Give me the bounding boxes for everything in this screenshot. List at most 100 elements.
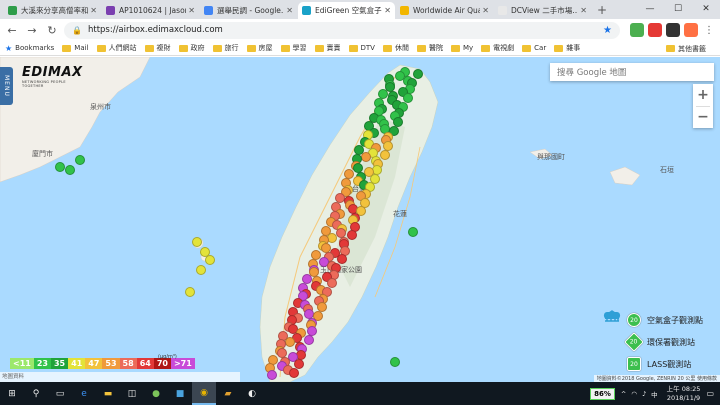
volume-icon[interactable]: ♪ — [642, 390, 646, 398]
bookmark-item[interactable]: 電視劇 — [481, 43, 514, 53]
bookmark-item[interactable]: 學習 — [280, 43, 307, 53]
bookmark-item[interactable]: 旅行 — [212, 43, 239, 53]
aqi-level: 64 — [136, 358, 154, 369]
back-icon[interactable]: ← — [4, 22, 20, 38]
station-marker[interactable] — [185, 287, 195, 297]
bookmark-star-icon[interactable]: ★ — [603, 25, 612, 36]
close-tab-icon[interactable]: ✕ — [580, 6, 587, 15]
aqi-unit: (µg/m³) — [158, 354, 177, 360]
app-icon[interactable]: ● — [144, 382, 168, 405]
store-icon[interactable]: ◫ — [120, 382, 144, 405]
maximize-icon[interactable]: ☐ — [664, 0, 692, 19]
lock-icon: 🔒 — [72, 25, 82, 35]
file-explorer-icon[interactable]: ▬ — [96, 382, 120, 405]
windows-taskbar: ⊞ ⚲ ▭ e ▬ ◫ ● ■ ◉ ▰ ◐ 86% ^ ◠ ♪ 中 上午 08:… — [0, 382, 720, 405]
folder-icon — [348, 44, 358, 52]
windows-start-icon[interactable]: ⊞ — [0, 382, 24, 405]
close-icon[interactable]: ✕ — [692, 0, 720, 19]
map-copyright[interactable]: 地圖資料©2018 Google, ZENRIN 20 公里 使用條款 — [593, 375, 720, 382]
address-bar[interactable]: 🔒 https://airbox.edimaxcloud.com ★ — [64, 21, 620, 39]
bookmark-item[interactable]: 複財 — [144, 43, 171, 53]
search-icon[interactable]: ⚲ — [24, 382, 48, 405]
app-icon[interactable]: ◐ — [240, 382, 264, 405]
close-tab-icon[interactable]: ✕ — [482, 6, 489, 15]
station-badge: 20 — [624, 332, 644, 352]
system-tray: 86% ^ ◠ ♪ 中 上午 08:25 2018/11/9 ▭ — [590, 382, 714, 405]
tab-1[interactable]: AP1010624 | Jason…✕ — [102, 2, 199, 19]
clock[interactable]: 上午 08:25 2018/11/9 — [667, 385, 701, 403]
folder-icon — [522, 44, 532, 52]
profile-icon[interactable]: ⋮ — [702, 23, 716, 37]
chevron-up-icon[interactable]: ^ — [621, 390, 626, 398]
close-tab-icon[interactable]: ✕ — [188, 6, 195, 15]
close-tab-icon[interactable]: ✕ — [90, 6, 97, 15]
bookmark-item[interactable]: My — [450, 44, 473, 52]
building-icon — [603, 310, 623, 349]
ime-icon[interactable]: 中 — [651, 389, 658, 399]
station-legend-row[interactable]: 20 LASS觀測站 — [603, 312, 715, 375]
folder-icon[interactable]: ▰ — [216, 382, 240, 405]
tab-3[interactable]: EdiGreen 空氣盒子 ✕ — [298, 2, 395, 19]
forward-icon[interactable]: → — [24, 22, 40, 38]
bookmark-item[interactable]: 政府 — [178, 43, 205, 53]
bookmark-item[interactable]: 房屋 — [246, 43, 273, 53]
tab-strip: 大溪來分享高僧率和…✕AP1010624 | Jason…✕選舉民調 - Goo… — [0, 0, 720, 19]
extension-icon[interactable] — [648, 23, 662, 37]
wifi-icon[interactable]: ◠ — [631, 390, 637, 398]
reload-icon[interactable]: ↻ — [44, 22, 60, 38]
extension-icon[interactable] — [684, 23, 698, 37]
station-marker[interactable] — [65, 165, 75, 175]
bookmark-item[interactable]: Mail — [62, 44, 89, 52]
zoom-out-button[interactable]: − — [693, 107, 713, 129]
bookmark-item[interactable]: 賣賣 — [314, 43, 341, 53]
extension-icon[interactable] — [630, 23, 644, 37]
close-tab-icon[interactable]: ✕ — [286, 6, 293, 15]
station-legend-row[interactable]: 20 環保署觀測站 — [603, 310, 715, 353]
station-marker[interactable] — [303, 334, 314, 345]
sun-icon — [603, 312, 623, 371]
zoom-in-button[interactable]: + — [693, 84, 713, 106]
bookmark-item[interactable]: 人們網站 — [96, 43, 137, 53]
chrome-icon[interactable]: ◉ — [192, 382, 216, 405]
notification-icon[interactable]: ▭ — [706, 389, 714, 398]
station-marker[interactable] — [408, 227, 418, 237]
tab-4[interactable]: Worldwide Air Qua…✕ — [396, 2, 493, 19]
air-quality-map[interactable]: MENU EDIMAX NETWORKING PEOPLE TOGETHER 搜… — [0, 57, 720, 382]
folder-icon — [554, 44, 564, 52]
station-badge: 20 — [627, 357, 641, 371]
station-marker[interactable] — [288, 367, 299, 378]
menu-tab-button[interactable]: MENU — [0, 67, 13, 105]
map-search-input[interactable]: 搜尋 Google 地圖 — [550, 63, 714, 81]
tab-0[interactable]: 大溪來分享高僧率和…✕ — [4, 2, 101, 19]
station-badge: 20 — [627, 313, 641, 327]
station-marker[interactable] — [267, 369, 278, 380]
close-tab-icon[interactable]: ✕ — [384, 6, 391, 15]
tab-5[interactable]: DCView 二手市場… ✕ — [494, 2, 591, 19]
minimize-icon[interactable]: — — [636, 0, 664, 19]
station-marker[interactable] — [55, 162, 65, 172]
other-bookmarks[interactable]: 其他書籤 — [666, 41, 706, 56]
bookmark-item[interactable]: 醫院 — [416, 43, 443, 53]
bookmark-item[interactable]: 雜事 — [554, 43, 580, 53]
task-view-icon[interactable]: ▭ — [48, 382, 72, 405]
bookmark-item[interactable]: DTV — [348, 44, 375, 52]
bookmark-item[interactable]: Car — [522, 44, 546, 52]
aqi-level: 35 — [50, 358, 69, 369]
edge-icon[interactable]: e — [72, 382, 96, 405]
place-label: 石垣 — [660, 166, 674, 174]
folder-icon — [178, 44, 188, 52]
station-marker[interactable] — [379, 149, 390, 160]
station-marker[interactable] — [75, 155, 85, 165]
bookmark-item[interactable]: 休閒 — [382, 43, 409, 53]
extension-icon[interactable] — [666, 23, 680, 37]
station-marker[interactable] — [360, 151, 371, 162]
new-tab-button[interactable]: + — [595, 3, 609, 17]
battery-indicator[interactable]: 86% — [590, 387, 615, 400]
tab-2[interactable]: 選舉民調 - Google… ✕ — [200, 2, 297, 19]
bookmark-item[interactable]: ★ Bookmarks — [5, 44, 54, 53]
security-icon[interactable]: ■ — [168, 382, 192, 405]
station-marker[interactable] — [205, 255, 215, 265]
station-marker[interactable] — [196, 265, 206, 275]
station-marker[interactable] — [390, 357, 400, 367]
station-marker[interactable] — [192, 237, 202, 247]
